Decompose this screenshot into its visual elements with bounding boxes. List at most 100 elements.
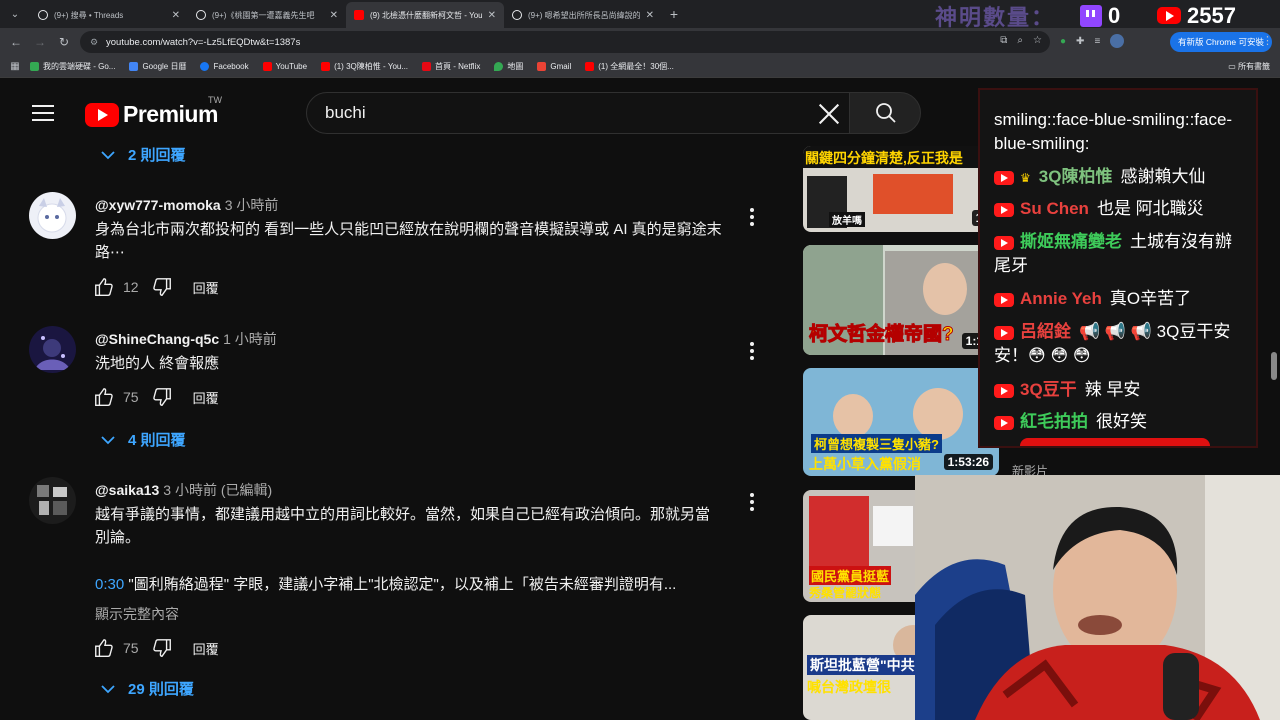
back-icon[interactable]: ← (4, 35, 28, 49)
apps-grid-icon[interactable]: ▦ (0, 61, 30, 72)
zoom-icon[interactable]: ⌕ (1017, 35, 1023, 46)
thumbnail-caption: 國民黨員挺藍 (809, 566, 892, 585)
folder-icon: ▭ (1228, 62, 1238, 71)
search-value: buchi (325, 103, 366, 122)
show-more-button[interactable]: 顯示完整內容 (95, 604, 179, 624)
comment-item: @xyw777-momoka 3 小時前 身為台北市兩次都投柯的 看到一些人只能凹… (0, 192, 780, 312)
close-tab-icon[interactable]: ✕ (646, 10, 654, 21)
comment-more-icon[interactable] (748, 208, 756, 228)
bookmark-star-icon[interactable]: ☆ (1033, 35, 1042, 46)
address-bar[interactable]: ⚙ youtube.com/watch?v=-Lz5LfEQDtw&t=1387… (80, 31, 1050, 53)
calendar-icon (129, 62, 139, 71)
youtube-badge-icon (994, 235, 1014, 250)
comment-author[interactable]: @ShineChang-q5c (95, 331, 219, 347)
comment-more-icon[interactable] (748, 342, 756, 362)
new-tab-button[interactable]: + (662, 6, 686, 22)
reload-icon[interactable]: ↻ (52, 35, 76, 49)
bookmark-item[interactable]: Facebook (200, 62, 249, 71)
close-tab-icon[interactable]: ✕ (330, 10, 338, 21)
view-replies-button[interactable]: 29 則回覆 (100, 678, 194, 699)
reply-button[interactable]: 回覆 (193, 639, 219, 658)
reply-button[interactable]: 回覆 (193, 388, 219, 407)
dislike-icon[interactable] (151, 637, 173, 659)
bookmark-item[interactable]: YouTube (262, 62, 307, 71)
youtube-badge-icon (994, 325, 1014, 340)
comment-text-part: "圖利賄絡過程" 字眼，建議小字補上"北檢認定"，以及補上「被告未經審判證明有.… (124, 576, 677, 593)
comment-time[interactable]: 3 小時前 (已編輯) (163, 482, 272, 498)
close-tab-icon[interactable]: ✕ (172, 10, 180, 21)
bookmark-item[interactable]: (1) 全網最全！30個... (585, 61, 674, 72)
view-replies-button[interactable]: 2 則回覆 (100, 144, 186, 165)
comment-more-icon[interactable] (748, 493, 756, 513)
youtube-badge-icon (994, 170, 1014, 185)
thumbnail-caption: 斯坦批藍營"中共 (807, 655, 918, 675)
youtube-premium-logo[interactable]: Premium TW (85, 95, 222, 128)
extension-shield-icon[interactable]: ● (1060, 36, 1066, 47)
bookmark-item[interactable]: (1) 3Q陳柏惟 - You... (321, 61, 408, 72)
view-replies-button[interactable]: 4 則回覆 (100, 429, 186, 450)
thumbnail-caption: 柯文哲金權帝國? (809, 324, 955, 346)
like-icon[interactable] (93, 637, 115, 659)
replies-count: 29 則回覆 (128, 681, 194, 698)
dislike-icon[interactable] (151, 386, 173, 408)
avatar[interactable] (29, 477, 76, 524)
youtube-icon (585, 62, 595, 71)
all-bookmarks-button[interactable]: ▭ 所有書籤 (1228, 61, 1270, 72)
dislike-icon[interactable] (151, 276, 173, 298)
comment-text: 越有爭議的事情，都建議用越中立的用詞比較好。當然，如果自己已經有政治傾向。那就另… (95, 506, 711, 546)
twitch-viewer-count: 0 (1108, 3, 1121, 28)
comment-time[interactable]: 1 小時前 (223, 331, 277, 347)
like-icon[interactable] (93, 386, 115, 408)
like-count: 12 (123, 279, 139, 295)
bookmark-label: Gmail (550, 62, 572, 71)
tab-title: (9+)《桃園第一遭嘉義先生吧 (212, 10, 315, 20)
chrome-update-button[interactable]: 有新版 Chrome 可安裝 (1170, 32, 1272, 52)
search-input[interactable]: buchi (306, 92, 850, 134)
youtube-icon (1157, 7, 1181, 24)
chat-message: ♛ 3Q陳柏惟 感謝賴大仙 (994, 165, 1244, 190)
comment-time[interactable]: 3 小時前 (225, 197, 279, 213)
thumbnail-subcaption: 喊台灣政壇很 (807, 679, 891, 695)
bookmark-label: 我的雲端硬碟 - Go... (43, 62, 116, 71)
maps-icon (494, 62, 504, 71)
close-tab-icon[interactable]: ✕ (488, 10, 496, 21)
browser-tab-youtube[interactable]: (9) 北檢憑什麼翻新柯文哲 - YouTube ✕ (346, 2, 504, 28)
chat-text: 很好笑 (1096, 412, 1147, 431)
install-app-icon[interactable]: ⧉ (1000, 35, 1007, 46)
forward-icon[interactable]: → (28, 35, 52, 49)
browser-menu-icon[interactable]: ⋮ (1262, 34, 1273, 47)
media-control-icon[interactable]: ≡ (1094, 36, 1100, 47)
search-button[interactable] (849, 92, 921, 134)
reply-button[interactable]: 回覆 (193, 278, 219, 297)
browser-tab-2[interactable]: (9+)《桃園第一遭嘉義先生吧 ✕ (188, 2, 346, 28)
bookmark-item[interactable]: 首頁 - Netflix (422, 61, 480, 72)
avatar[interactable] (29, 192, 76, 239)
menu-icon[interactable] (32, 105, 54, 121)
site-info-icon[interactable]: ⚙ (90, 37, 100, 47)
comment-text: 洗地的人 終會報應 (95, 355, 220, 372)
bookmark-item[interactable]: Gmail (537, 62, 571, 71)
browser-tab-threads[interactable]: (9+) 搜尋 • Threads ✕ (30, 2, 188, 28)
bookmark-item[interactable]: 我的雲端硬碟 - Go... (30, 61, 115, 72)
chat-text: 也是 阿北職災 (1096, 199, 1204, 218)
clear-search-icon[interactable] (815, 100, 843, 128)
avatar[interactable] (29, 326, 76, 373)
comment-header: @xyw777-momoka 3 小時前 (95, 195, 278, 215)
like-icon[interactable] (93, 276, 115, 298)
comment-author[interactable]: @xyw777-momoka (95, 197, 221, 213)
related-video-thumbnail[interactable]: 柯曾想複製三隻小豬? 上萬小草入黨假消 1:53:26 (803, 368, 999, 476)
related-video-thumbnail[interactable]: 柯文哲金權帝國? 1:11 (803, 245, 999, 355)
thumbnail-caption: 柯曾想複製三隻小豬? (811, 434, 942, 453)
page-scrollbar[interactable] (1271, 352, 1277, 380)
tab-search-icon[interactable]: ⌄ (0, 0, 30, 28)
bookmark-item[interactable]: Google 日曆 (129, 61, 186, 72)
bookmark-item[interactable]: 地圖 (494, 61, 523, 72)
timestamp-link[interactable]: 0:30 (95, 576, 124, 593)
thumbnail-subcaption: 上萬小草入黨假消 (809, 456, 921, 472)
profile-avatar-icon[interactable] (1110, 34, 1125, 48)
comment-author[interactable]: @saika13 (95, 482, 159, 498)
chat-text: 感謝賴大仙 (1120, 167, 1206, 186)
extensions-puzzle-icon[interactable]: ✚ (1076, 36, 1084, 47)
browser-tab-4[interactable]: (9+) 嗯希望出所所長呂尚緯說的 ✕ (504, 2, 662, 28)
related-video-thumbnail[interactable]: 關鍵四分鐘清楚,反正我是 放羊嗎 16 (803, 146, 999, 232)
